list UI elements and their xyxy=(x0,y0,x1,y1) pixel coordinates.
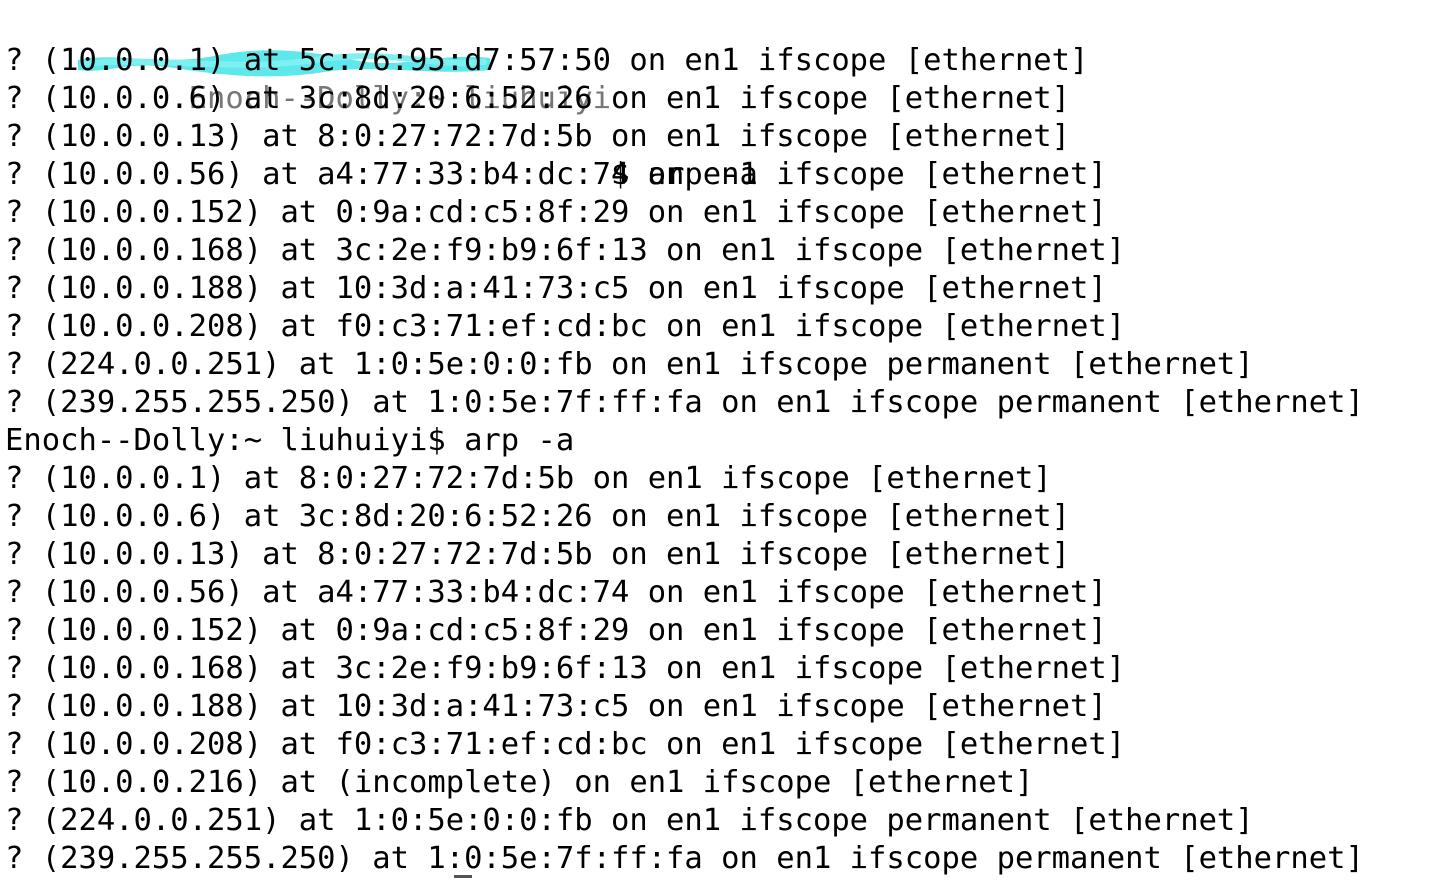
arp-entry-second-line: ? (10.0.0.56) at a4:77:33:b4:dc:74 on en… xyxy=(5,575,1107,610)
arp-entry-first-line: ? (10.0.0.6) at 3c:8d:20:6:52:26 on en1 … xyxy=(5,81,1071,116)
arp-entry-first-line: ? (10.0.0.168) at 3c:2e:f9:b9:6f:13 on e… xyxy=(5,233,1126,268)
prompt-line-first: Enoch--Dolly:~ liuhuiyi $ arp -a xyxy=(5,4,758,192)
arp-entry-second-line: ? (10.0.0.152) at 0:9a:cd:c5:8f:29 on en… xyxy=(5,613,1107,648)
terminal-window[interactable]: Enoch--Dolly:~ liuhuiyi $ arp -a ? (10.0… xyxy=(0,0,1440,880)
arp-entry-first-line: ? (10.0.0.13) at 8:0:27:72:7d:5b on en1 … xyxy=(5,119,1071,154)
arp-entry-first-line: ? (239.255.255.250) at 1:0:5e:7f:ff:fa o… xyxy=(5,385,1364,420)
arp-entry-second-line: ? (239.255.255.250) at 1:0:5e:7f:ff:fa o… xyxy=(5,841,1364,876)
arp-entry-second-line: ? (10.0.0.168) at 3c:2e:f9:b9:6f:13 on e… xyxy=(5,651,1126,686)
arp-entry-second-line: ? (10.0.0.188) at 10:3d:a:41:73:c5 on en… xyxy=(5,689,1107,724)
text-cursor xyxy=(454,875,472,878)
arp-entry-second-line: ? (224.0.0.251) at 1:0:5e:0:0:fb on en1 … xyxy=(5,803,1254,838)
arp-entry-second-line: ? (10.0.0.6) at 3c:8d:20:6:52:26 on en1 … xyxy=(5,499,1071,534)
arp-entry-first-line: ? (10.0.0.1) at 5c:76:95:d7:57:50 on en1… xyxy=(5,43,1089,78)
arp-entry-second-line: ? (10.0.0.208) at f0:c3:71:ef:cd:bc on e… xyxy=(5,727,1126,762)
arp-entry-first-line: ? (10.0.0.208) at f0:c3:71:ef:cd:bc on e… xyxy=(5,309,1126,344)
arp-entry-second-line: ? (10.0.0.13) at 8:0:27:72:7d:5b on en1 … xyxy=(5,537,1071,572)
prompt-line-second: Enoch--Dolly:~ liuhuiyi$ arp -a xyxy=(5,423,575,458)
arp-entry-first-line: ? (10.0.0.56) at a4:77:33:b4:dc:74 on en… xyxy=(5,157,1107,192)
arp-entry-second-line: ? (10.0.0.1) at 8:0:27:72:7d:5b on en1 i… xyxy=(5,461,1052,496)
arp-entry-first-line: ? (10.0.0.188) at 10:3d:a:41:73:c5 on en… xyxy=(5,271,1107,306)
arp-entry-first-line: ? (224.0.0.251) at 1:0:5e:0:0:fb on en1 … xyxy=(5,347,1254,382)
arp-entry-second-line: ? (10.0.0.216) at (incomplete) on en1 if… xyxy=(5,765,1034,800)
arp-entry-first-line: ? (10.0.0.152) at 0:9a:cd:c5:8f:29 on en… xyxy=(5,195,1107,230)
